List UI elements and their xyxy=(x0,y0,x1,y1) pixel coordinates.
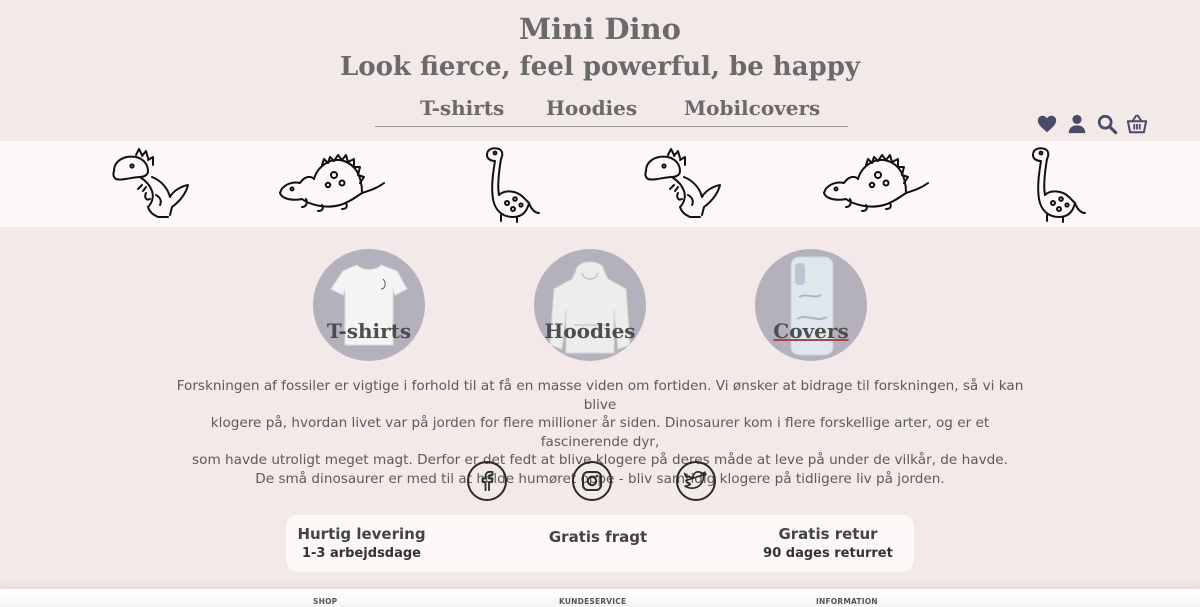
basket-icon[interactable] xyxy=(1126,113,1148,135)
dino-standing-illustration xyxy=(644,148,721,218)
instagram-icon[interactable] xyxy=(572,461,612,501)
perk-subtitle: 90 dages returret xyxy=(763,546,893,561)
twitter-icon[interactable] xyxy=(676,461,716,501)
nav-tshirts[interactable]: T-shirts xyxy=(420,96,504,120)
perks-bar: Hurtig levering 1-3 arbejdsdage Gratis f… xyxy=(286,515,914,572)
category-label: Covers xyxy=(773,319,849,343)
search-icon[interactable] xyxy=(1096,113,1118,135)
footer: SHOP KUNDESERVICE INFORMATION xyxy=(0,589,1200,607)
perk-title: Gratis retur xyxy=(778,525,878,543)
perk-fast-delivery: Hurtig levering 1-3 arbejdsdage xyxy=(290,525,433,561)
header-actions xyxy=(1036,113,1148,135)
category-label: Hoodies xyxy=(544,319,636,343)
nav-mobilcovers[interactable]: Mobilcovers xyxy=(684,96,820,120)
footer-information-heading[interactable]: INFORMATION xyxy=(816,597,878,606)
footer-shop-heading[interactable]: SHOP xyxy=(313,597,337,606)
category-covers[interactable]: Covers xyxy=(755,249,867,361)
category-hoodies[interactable]: Hoodies xyxy=(534,249,646,361)
main-nav: T-shirts Hoodies Mobilcovers xyxy=(375,96,848,127)
dino-lying-illustration xyxy=(823,154,929,212)
dino-longneck-illustration xyxy=(1032,147,1086,223)
nav-hoodies[interactable]: Hoodies xyxy=(546,96,637,120)
user-icon[interactable] xyxy=(1066,113,1088,135)
hoodie-image xyxy=(549,261,631,354)
about-line: klogere på, hvordan livet var på jorden … xyxy=(210,415,990,450)
footer-customer-service-heading[interactable]: KUNDESERVICE xyxy=(559,597,626,606)
dino-standing-illustration xyxy=(112,148,189,218)
category-label: T-shirts xyxy=(326,319,412,343)
perk-free-returns: Gratis retur 90 dages returret xyxy=(756,525,900,561)
tshirt-image xyxy=(330,264,408,346)
dino-illustration-band xyxy=(0,141,1200,227)
dino-longneck-illustration xyxy=(486,147,540,223)
perk-title: Gratis fragt xyxy=(548,528,648,546)
tagline: Look fierce, feel powerful, be happy xyxy=(339,52,861,82)
dino-lying-illustration xyxy=(279,154,385,212)
social-links xyxy=(0,461,1200,501)
phone-cover-image xyxy=(790,256,834,356)
category-section: T-shirts Hoodies Covers xyxy=(0,249,1200,361)
perk-free-shipping: Gratis fragt xyxy=(528,528,668,546)
brand-title[interactable]: Mini Dino xyxy=(0,12,1200,46)
perk-subtitle: 1-3 arbejdsdage xyxy=(301,546,422,561)
about-line: Forskningen af fossiler er vigtige i for… xyxy=(176,378,1024,413)
category-tshirts[interactable]: T-shirts xyxy=(313,249,425,361)
perk-title: Hurtig levering xyxy=(297,525,426,543)
facebook-icon[interactable] xyxy=(467,461,507,501)
heart-icon[interactable] xyxy=(1036,113,1058,135)
